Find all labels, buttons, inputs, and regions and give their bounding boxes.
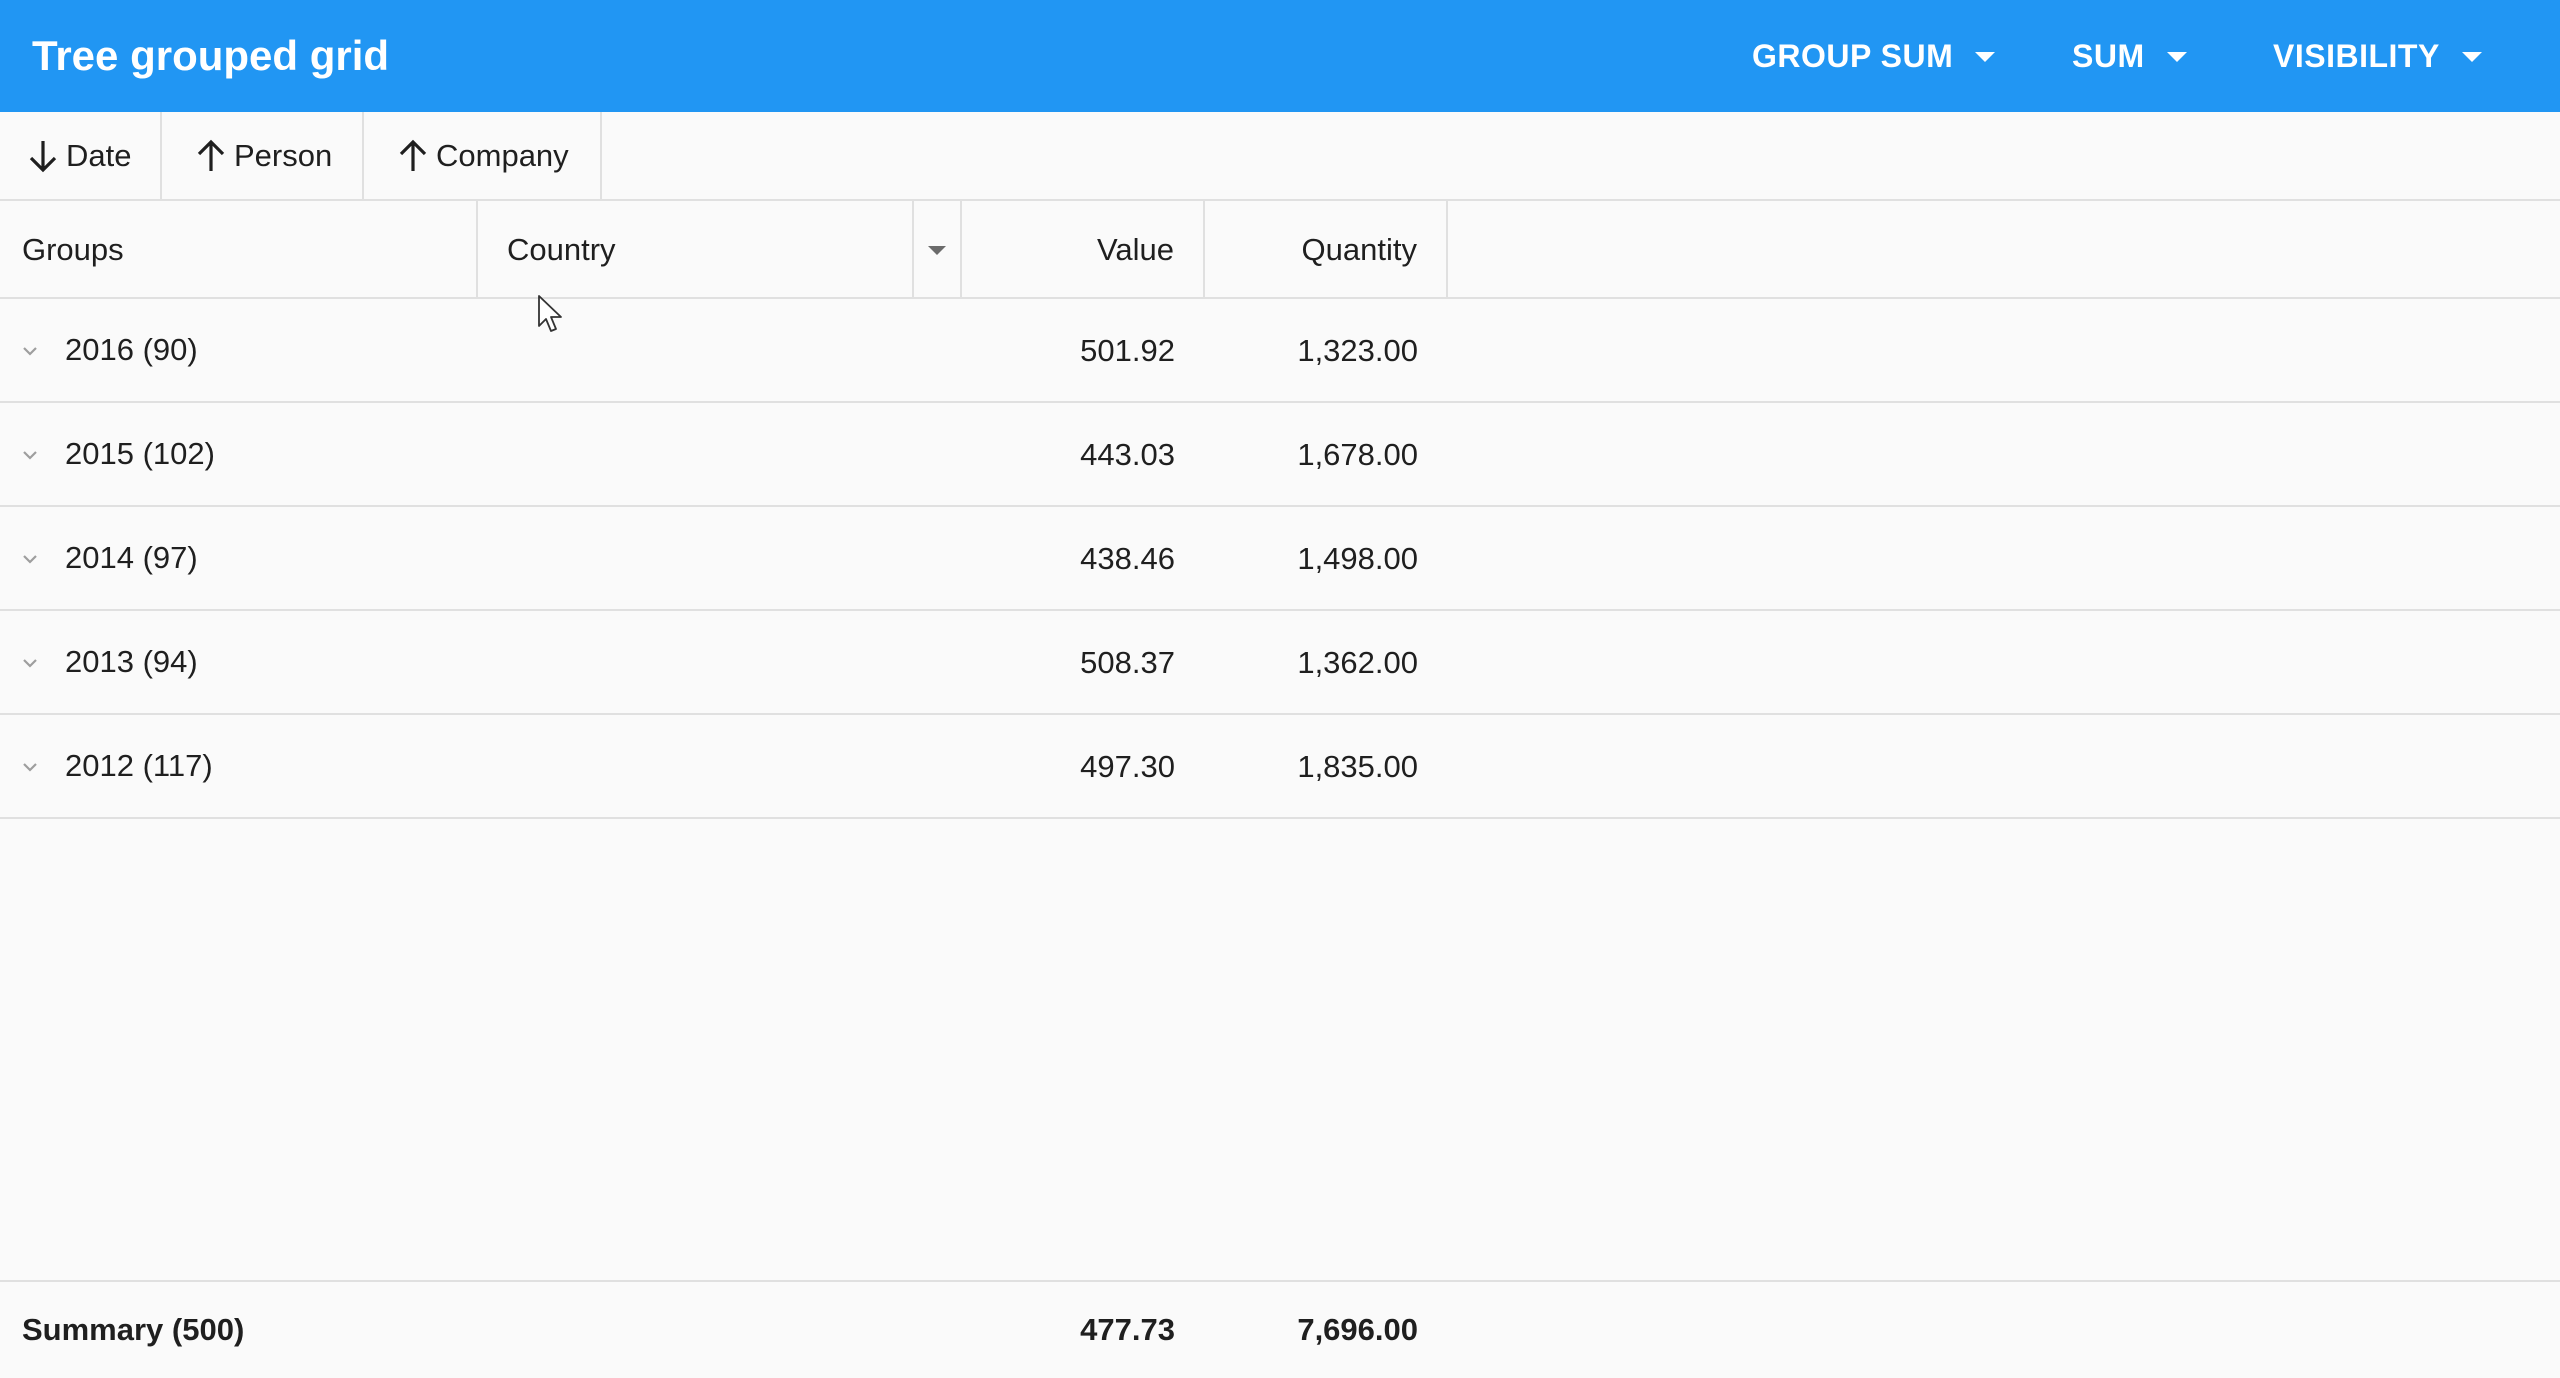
column-header-quantity[interactable]: Quantity — [1205, 201, 1417, 299]
arrow-up-icon — [197, 139, 225, 171]
group-label: 2016 (90) — [65, 332, 198, 367]
visibility-menu-label: VISIBILITY — [2273, 37, 2440, 74]
group-sum-menu-label: GROUP SUM — [1752, 37, 1954, 74]
column-header-value[interactable]: Value — [962, 201, 1174, 299]
group-label: 2012 (117) — [65, 748, 213, 783]
arrow-down-icon — [29, 140, 57, 172]
visibility-menu-button[interactable]: VISIBILITY — [2273, 0, 2482, 112]
sum-menu-label: SUM — [2072, 37, 2145, 74]
table-row[interactable]: 2014 (97) 438.46 1,498.00 — [0, 507, 2560, 611]
value-cell: 438.46 — [1080, 541, 1175, 576]
group-chip-company[interactable]: Company — [364, 112, 602, 199]
summary-value: 477.73 — [1080, 1312, 1175, 1347]
column-header-row: Groups Country Value Quantity — [0, 199, 2560, 299]
group-chip-label: Person — [234, 137, 333, 173]
caret-down-icon — [2461, 52, 2482, 62]
summary-quantity: 7,696.00 — [1297, 1312, 1418, 1347]
chevron-down-icon[interactable] — [20, 341, 40, 361]
quantity-cell: 1,323.00 — [1297, 333, 1418, 368]
caret-down-icon — [928, 245, 946, 255]
group-label: 2014 (97) — [65, 540, 198, 575]
value-cell: 497.30 — [1080, 749, 1175, 784]
quantity-cell: 1,498.00 — [1297, 541, 1418, 576]
country-filter-button[interactable] — [914, 201, 960, 299]
chevron-down-icon[interactable] — [20, 549, 40, 569]
column-divider — [476, 201, 478, 299]
group-chip-date[interactable]: Date — [0, 112, 162, 199]
value-cell: 443.03 — [1080, 437, 1175, 472]
app-bar: Tree grouped grid GROUP SUM SUM VISIBILI… — [0, 0, 2560, 112]
column-header-country[interactable]: Country — [507, 201, 907, 299]
group-chip-person[interactable]: Person — [162, 112, 364, 199]
table-row[interactable]: 2012 (117) 497.30 1,835.00 — [0, 715, 2560, 819]
group-label: 2013 (94) — [65, 644, 198, 679]
app-window: Tree grouped grid GROUP SUM SUM VISIBILI… — [0, 0, 2560, 1378]
group-chip-label: Company — [436, 137, 569, 173]
arrow-up-icon — [399, 139, 427, 171]
table-row[interactable]: 2016 (90) 501.92 1,323.00 — [0, 299, 2560, 403]
quantity-cell: 1,678.00 — [1297, 437, 1418, 472]
sum-menu-button[interactable]: SUM — [2072, 0, 2187, 112]
chevron-down-icon[interactable] — [20, 445, 40, 465]
table-row[interactable]: 2013 (94) 508.37 1,362.00 — [0, 611, 2560, 715]
summary-label: Summary (500) — [22, 1312, 245, 1347]
value-cell: 508.37 — [1080, 645, 1175, 680]
table-row[interactable]: 2015 (102) 443.03 1,678.00 — [0, 403, 2560, 507]
value-cell: 501.92 — [1080, 333, 1175, 368]
quantity-cell: 1,362.00 — [1297, 645, 1418, 680]
group-sum-menu-button[interactable]: GROUP SUM — [1752, 0, 1996, 112]
summary-row: Summary (500) 477.73 7,696.00 — [0, 1280, 2560, 1378]
grouping-bar: Date Person Company — [0, 112, 2560, 200]
group-chip-label: Date — [66, 137, 132, 173]
caret-down-icon — [2166, 52, 2187, 62]
chevron-down-icon[interactable] — [20, 757, 40, 777]
page-title: Tree grouped grid — [32, 32, 390, 79]
mouse-pointer-icon — [538, 295, 562, 332]
quantity-cell: 1,835.00 — [1297, 749, 1418, 784]
group-label: 2015 (102) — [65, 436, 215, 471]
column-divider — [1446, 201, 1448, 299]
caret-down-icon — [1975, 52, 1996, 62]
chevron-down-icon[interactable] — [20, 653, 40, 673]
column-header-groups[interactable]: Groups — [22, 201, 472, 299]
